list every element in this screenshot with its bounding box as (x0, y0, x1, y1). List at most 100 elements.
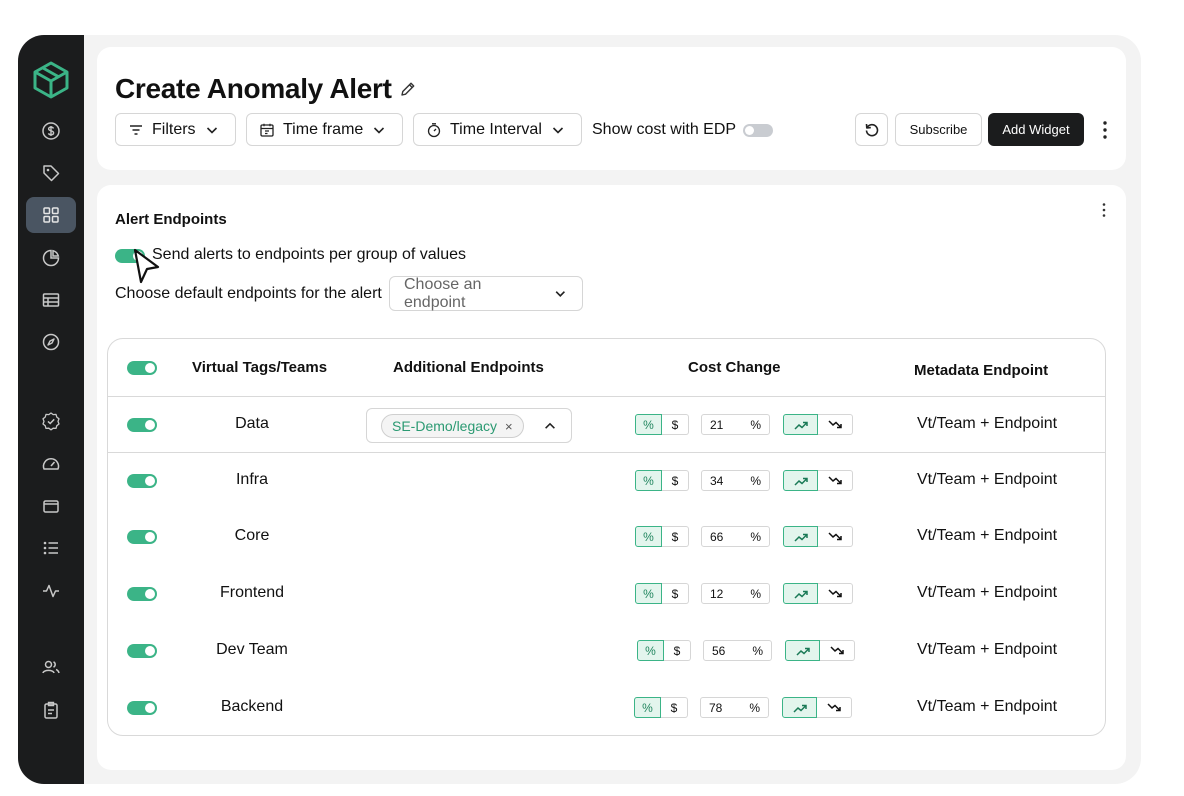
subscribe-button[interactable]: Subscribe (895, 113, 982, 146)
percent-option[interactable]: % (637, 640, 664, 661)
threshold-unit: % (750, 529, 761, 544)
metadata-endpoint: Vt/Team + Endpoint (917, 471, 1058, 488)
reset-button[interactable] (855, 113, 888, 146)
threshold-input[interactable]: 78 % (700, 697, 769, 718)
more-vertical-icon[interactable] (1102, 203, 1106, 217)
threshold-input[interactable]: 12 % (701, 583, 770, 604)
threshold-value: 66 (710, 529, 724, 544)
direction-segmented-control (783, 414, 853, 435)
trend-up-option[interactable] (783, 414, 818, 435)
list-icon (43, 541, 58, 555)
endpoint-select[interactable]: Choose an endpoint (389, 276, 583, 311)
logo-cube-icon[interactable] (31, 60, 71, 100)
section-title: Alert Endpoints (115, 211, 227, 228)
threshold-value: 12 (710, 586, 724, 601)
threshold-input[interactable]: 66 % (701, 526, 770, 547)
add-widget-button[interactable]: Add Widget (988, 113, 1084, 146)
row-toggle[interactable] (127, 701, 157, 715)
threshold-input[interactable]: 34 % (701, 470, 770, 491)
wallet-icon (43, 500, 59, 513)
choose-endpoint-label: Choose default endpoints for the alert (115, 285, 382, 302)
row-toggle[interactable] (127, 474, 157, 488)
pencil-edit-icon[interactable] (399, 80, 417, 98)
unit-segmented-control: % $ (635, 414, 689, 435)
trend-up-icon (793, 477, 808, 486)
threshold-unit: % (749, 700, 760, 715)
sidebar-item-reports[interactable] (26, 240, 76, 276)
trend-down-option[interactable] (820, 640, 855, 661)
trend-up-option[interactable] (782, 697, 817, 718)
table-icon (42, 293, 60, 307)
metadata-endpoint: Vt/Team + Endpoint (917, 584, 1058, 601)
dollar-option[interactable]: $ (662, 414, 689, 435)
edp-toggle[interactable] (743, 124, 773, 137)
dollar-option[interactable]: $ (661, 697, 688, 718)
direction-segmented-control (783, 583, 853, 604)
row-toggle[interactable] (127, 418, 157, 432)
sidebar-item-policies[interactable] (26, 403, 76, 439)
percent-option[interactable]: % (635, 470, 662, 491)
column-header-tags: Virtual Tags/Teams (192, 359, 328, 376)
chevron-down-icon (552, 126, 563, 134)
trend-down-option[interactable] (818, 414, 853, 435)
timeframe-label: Time frame (283, 120, 364, 138)
dollar-option[interactable]: $ (662, 526, 689, 547)
metadata-endpoint: Vt/Team + Endpoint (917, 641, 1058, 658)
sidebar-item-tables[interactable] (26, 282, 76, 318)
sidebar-item-tags[interactable] (26, 155, 76, 191)
time-interval-label: Time Interval (450, 120, 542, 138)
sidebar-item-dashboards[interactable] (26, 197, 76, 233)
row-name: Backend (220, 698, 284, 715)
sidebar-item-users[interactable] (26, 649, 76, 685)
table-row: Core % $ 66 % Vt/Team + Endpoint (108, 509, 1105, 565)
trend-down-option[interactable] (817, 697, 852, 718)
chevron-up-icon[interactable] (543, 419, 557, 433)
percent-option[interactable]: % (635, 526, 662, 547)
sidebar-item-billing[interactable] (26, 488, 76, 524)
chip-remove-icon[interactable]: × (505, 419, 513, 434)
percent-option[interactable]: % (634, 697, 661, 718)
time-interval-button[interactable]: Time Interval (413, 113, 582, 146)
mouse-pointer-icon (133, 248, 160, 284)
threshold-input[interactable]: 21 % (701, 414, 770, 435)
trend-up-icon (793, 533, 808, 542)
threshold-input[interactable]: 56 % (703, 640, 772, 661)
sidebar-item-performance[interactable] (26, 446, 76, 482)
row-toggle[interactable] (127, 530, 157, 544)
threshold-unit: % (750, 473, 761, 488)
metadata-endpoint: Vt/Team + Endpoint (917, 698, 1058, 715)
trend-up-option[interactable] (783, 583, 818, 604)
trend-up-option[interactable] (783, 526, 818, 547)
dollar-option[interactable]: $ (662, 470, 689, 491)
more-vertical-icon[interactable] (1103, 121, 1107, 139)
trend-down-option[interactable] (818, 526, 853, 547)
sidebar-item-lists[interactable] (26, 530, 76, 566)
sidebar-item-tasks[interactable] (26, 692, 76, 728)
trend-down-option[interactable] (818, 583, 853, 604)
dollar-option[interactable]: $ (664, 640, 691, 661)
row-toggle[interactable] (127, 587, 157, 601)
chevron-down-icon (374, 126, 385, 134)
users-icon (42, 660, 60, 674)
trend-down-option[interactable] (818, 470, 853, 491)
sidebar-item-explore[interactable] (26, 324, 76, 360)
row-toggle[interactable] (127, 644, 157, 658)
sidebar-item-cost[interactable] (26, 113, 76, 149)
timeframe-button[interactable]: Time frame (246, 113, 403, 146)
filters-button[interactable]: Filters (115, 113, 236, 146)
endpoint-select-placeholder: Choose an endpoint (404, 275, 482, 311)
trend-down-icon (830, 645, 844, 654)
unit-segmented-control: % $ (634, 697, 688, 718)
sidebar-item-activity[interactable] (26, 573, 76, 609)
percent-option[interactable]: % (635, 414, 662, 435)
trend-up-option[interactable] (783, 470, 818, 491)
alert-endpoints-card: Alert Endpoints Send alerts to endpoints… (97, 185, 1126, 770)
dollar-option[interactable]: $ (662, 583, 689, 604)
filters-label: Filters (152, 120, 196, 138)
percent-option[interactable]: % (635, 583, 662, 604)
trend-up-option[interactable] (785, 640, 820, 661)
additional-endpoints-select[interactable]: SE-Demo/legacy × (366, 408, 572, 443)
endpoints-table: Virtual Tags/Teams Additional Endpoints … (107, 338, 1106, 736)
threshold-unit: % (750, 417, 761, 432)
select-all-toggle[interactable] (127, 361, 157, 375)
